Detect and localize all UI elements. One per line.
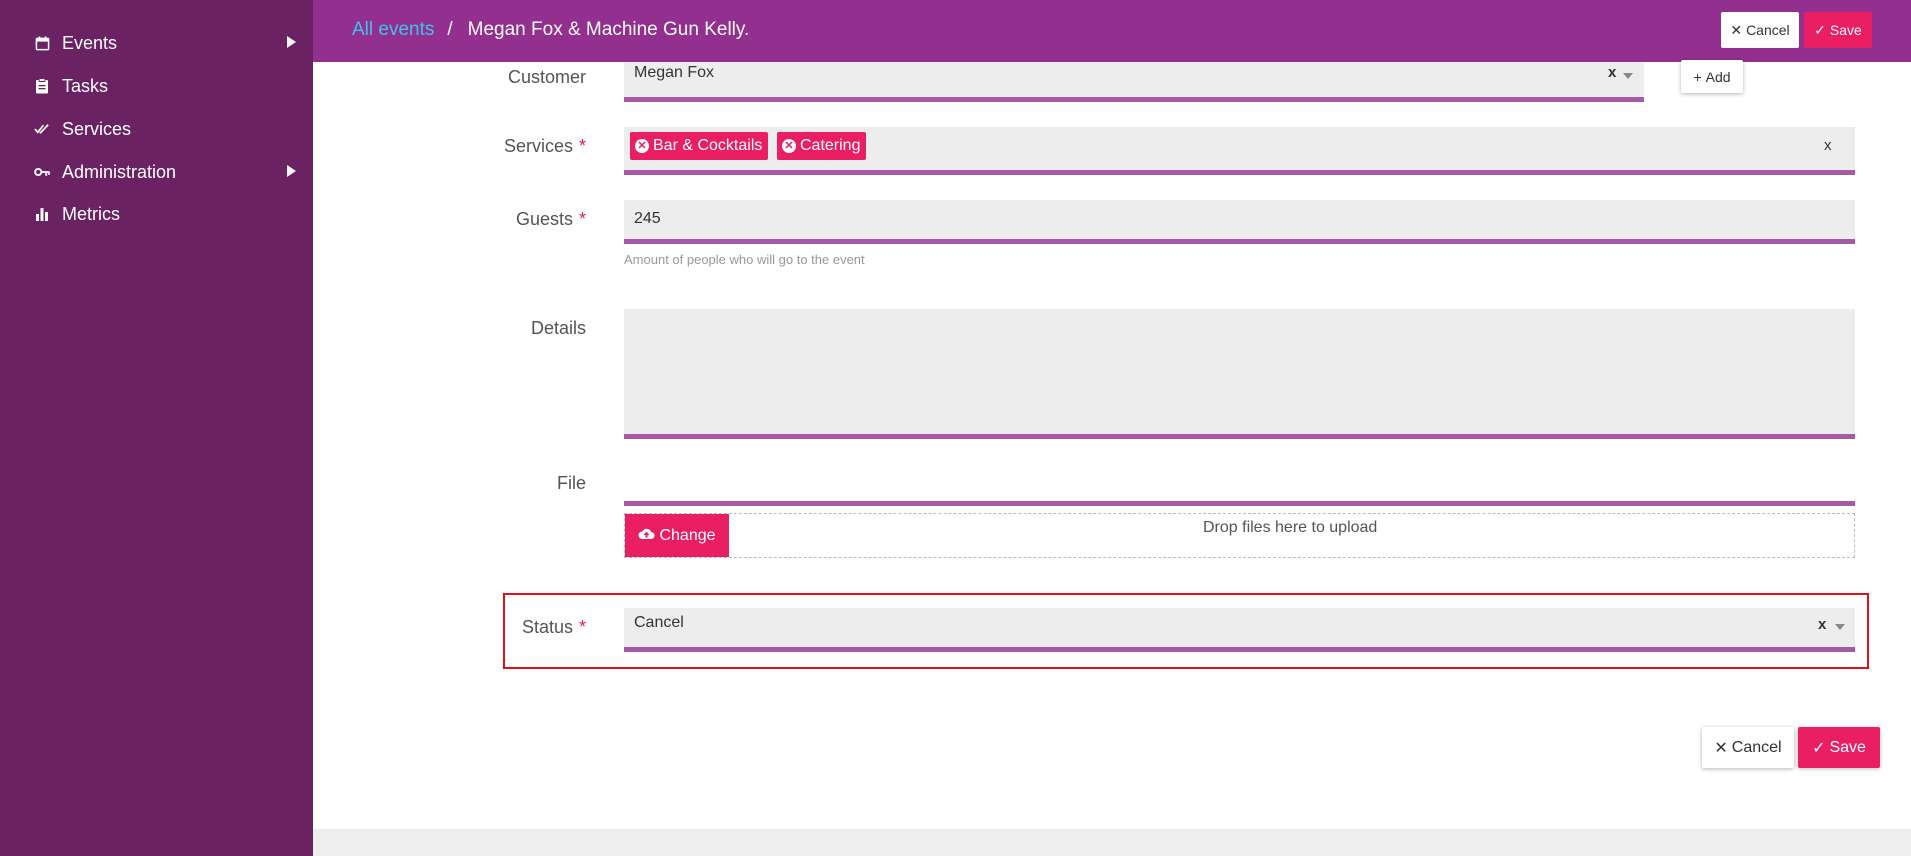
double-check-icon	[34, 121, 50, 137]
form-save-button[interactable]: ✓ Save	[1798, 727, 1880, 768]
breadcrumb: All events / Megan Fox & Machine Gun Kel…	[352, 19, 749, 41]
form-cancel-label: Cancel	[1731, 738, 1782, 756]
service-tag-bar-cocktails: ✕ Bar & Cocktails	[630, 132, 769, 160]
sidebar-item-metrics[interactable]: Metrics	[34, 199, 296, 229]
cloud-upload-icon	[638, 527, 655, 545]
chevron-right-icon	[287, 36, 296, 48]
bar-chart-icon	[34, 206, 50, 222]
header-save-label: Save	[1829, 22, 1862, 38]
services-label-text: Services	[503, 136, 573, 156]
sidebar-item-tasks[interactable]: Tasks	[34, 71, 296, 101]
required-mark: *	[578, 617, 586, 637]
sidebar-item-services[interactable]: Services	[34, 114, 296, 144]
file-field-underline	[624, 501, 1855, 506]
status-dropdown-caret-icon[interactable]	[1835, 624, 1845, 630]
remove-tag-icon[interactable]: ✕	[635, 139, 649, 153]
service-tag-label: Catering	[800, 137, 861, 154]
sidebar-item-events[interactable]: Events	[34, 28, 296, 58]
check-icon: ✓	[1814, 21, 1826, 38]
header-cancel-label: Cancel	[1746, 22, 1790, 38]
change-file-label: Change	[659, 526, 716, 544]
sidebar: Events Tasks Services Administration Met…	[0, 0, 313, 856]
file-label-text: File	[556, 473, 586, 493]
key-icon	[34, 164, 50, 180]
header-save-button[interactable]: ✓ Save	[1804, 12, 1872, 48]
dropzone-text: Drop files here to upload	[1203, 519, 1378, 536]
page-title: Megan Fox & Machine Gun Kelly.	[467, 19, 750, 40]
status-clear-icon[interactable]: x	[1818, 616, 1826, 633]
guests-label-text: Guests	[515, 209, 573, 229]
sidebar-item-administration[interactable]: Administration	[34, 157, 296, 187]
form-save-label: Save	[1829, 738, 1866, 756]
customer-select[interactable]	[624, 62, 1644, 102]
add-customer-button[interactable]: + Add	[1681, 60, 1743, 93]
details-textarea[interactable]	[624, 309, 1855, 439]
close-icon: ✕	[1730, 21, 1743, 38]
required-mark: *	[578, 136, 586, 156]
guests-input[interactable]	[624, 200, 1855, 244]
sidebar-item-label: Administration	[62, 161, 177, 182]
customer-clear-icon[interactable]: x	[1608, 64, 1616, 81]
status-select[interactable]	[624, 608, 1855, 652]
status-label: Status *	[522, 617, 586, 638]
header-cancel-button[interactable]: ✕ Cancel	[1721, 12, 1799, 48]
guests-help-text: Amount of people who will go to the even…	[624, 252, 865, 267]
calendar-icon	[34, 35, 50, 51]
remove-tag-icon[interactable]: ✕	[782, 139, 796, 153]
guests-label: Guests *	[516, 209, 586, 230]
change-file-button[interactable]: Change	[625, 514, 729, 557]
top-header: All events / Megan Fox & Machine Gun Kel…	[313, 0, 1911, 62]
clipboard-icon	[34, 78, 50, 94]
form-cancel-button[interactable]: ✕ Cancel	[1702, 727, 1794, 768]
customer-value: Megan Fox	[634, 64, 715, 81]
page-footer-bar	[313, 829, 1911, 856]
chevron-right-icon	[287, 165, 296, 177]
services-label: Services *	[504, 136, 586, 157]
breadcrumb-all-events-link[interactable]: All events	[352, 19, 434, 41]
details-label: Details	[531, 318, 586, 339]
services-clear-icon[interactable]: x	[1824, 137, 1832, 154]
required-mark: *	[578, 209, 586, 229]
guests-value: 245	[634, 210, 661, 227]
status-label-text: Status	[521, 617, 573, 637]
sidebar-item-label: Metrics	[62, 203, 120, 224]
check-icon: ✓	[1812, 739, 1826, 757]
service-tag-label: Bar & Cocktails	[653, 137, 763, 154]
customer-label: Customer	[508, 67, 586, 88]
add-customer-label: Add	[1705, 68, 1731, 85]
sidebar-item-label: Tasks	[62, 75, 109, 96]
plus-icon: +	[1693, 68, 1702, 85]
details-label-text: Details	[530, 318, 586, 338]
customer-dropdown-caret-icon[interactable]	[1623, 73, 1633, 79]
service-tag-catering: ✕ Catering	[777, 132, 867, 160]
breadcrumb-separator: /	[447, 19, 453, 40]
sidebar-item-label: Events	[62, 32, 118, 53]
file-label: File	[557, 473, 586, 494]
close-icon: ✕	[1714, 739, 1728, 757]
status-value: Cancel	[634, 614, 684, 631]
customer-label-text: Customer	[507, 67, 586, 87]
sidebar-item-label: Services	[62, 118, 132, 139]
